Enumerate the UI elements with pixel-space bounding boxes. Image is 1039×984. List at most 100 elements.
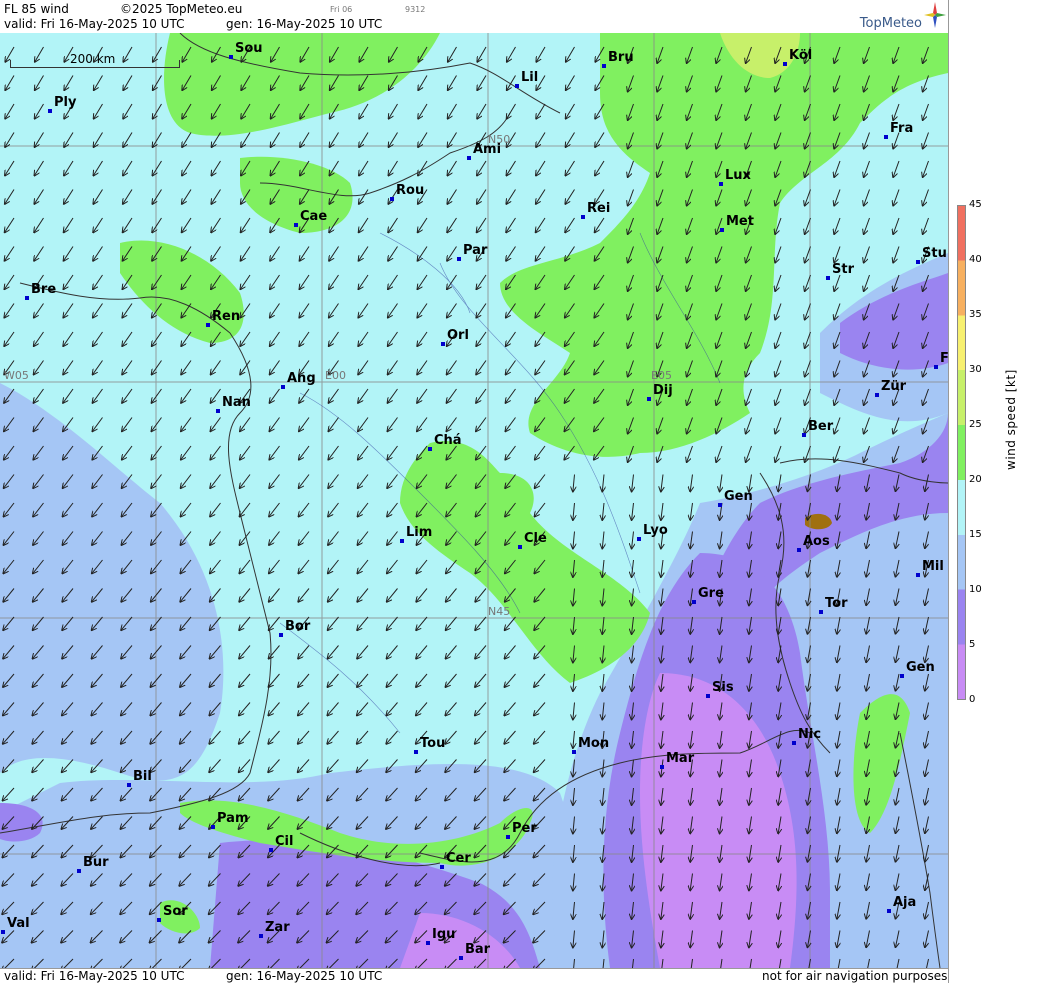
wind-arrow (298, 559, 310, 573)
city-gre[interactable]: Gre (692, 586, 724, 604)
city-par[interactable]: Par (457, 243, 487, 261)
wind-arrow (573, 531, 575, 549)
city-zar[interactable]: Zar (259, 920, 290, 938)
wind-arrow (506, 189, 516, 204)
wind-arrow (270, 417, 280, 432)
city-dij[interactable]: Dij (647, 383, 673, 401)
wind-arrow (328, 531, 339, 545)
wind-arrow (566, 132, 575, 148)
wind-arrow (34, 331, 44, 346)
wind-arrow (418, 103, 428, 119)
wind-arrow (359, 160, 369, 175)
wind-arrow (775, 246, 782, 263)
wind-arrow (535, 474, 546, 489)
city-igu[interactable]: Igu (426, 927, 455, 945)
wind-arrow (328, 645, 339, 659)
wind-arrow (418, 75, 428, 91)
city-kol[interactable]: Köl (783, 48, 812, 66)
city-nic[interactable]: Nic (792, 727, 821, 745)
city-tou[interactable]: Tou (414, 736, 445, 754)
wind-arrow (387, 531, 398, 545)
wind-arrow (298, 759, 310, 773)
city-ren[interactable]: Ren (206, 309, 240, 327)
wind-arrow (628, 189, 634, 206)
chart-footer: valid: Fri 16-May-2025 10 UTC gen: 16-Ma… (0, 968, 948, 984)
wind-arrow (595, 217, 605, 232)
city-sis[interactable]: Sis (706, 680, 734, 698)
wind-arrow (573, 702, 575, 720)
wind-arrow (299, 417, 310, 432)
topmeteo-logo[interactable]: TopMeteo (840, 2, 946, 31)
city-cer[interactable]: Cer (440, 851, 471, 869)
wind-arrow (504, 702, 516, 716)
city-gen-geneva[interactable]: Gen (718, 489, 753, 507)
city-ami[interactable]: Ami (467, 142, 501, 160)
wind-arrow (240, 331, 251, 346)
wind-arrow (269, 588, 280, 602)
wind-arrow (34, 246, 44, 261)
wind-arrow (34, 189, 44, 204)
city-ber[interactable]: Ber (802, 419, 833, 437)
city-lyo[interactable]: Lyo (637, 523, 668, 541)
wind-arrow (211, 388, 221, 403)
city-rou[interactable]: Rou (390, 183, 424, 201)
city-mar[interactable]: Mar (660, 751, 694, 769)
city-bru[interactable]: Bru (602, 50, 634, 68)
wind-arrow (475, 730, 487, 744)
city-str[interactable]: Str (826, 262, 854, 280)
city-aos[interactable]: Aos (797, 534, 830, 552)
wind-arrow (536, 160, 546, 175)
city-bre[interactable]: Bre (25, 282, 56, 300)
wind-arrow (475, 702, 487, 716)
city-sor[interactable]: Sor (157, 904, 188, 922)
wind-arrow (329, 274, 339, 289)
city-cil[interactable]: Cil (269, 834, 293, 852)
city-nan[interactable]: Nan (216, 395, 251, 413)
city-lux[interactable]: Lux (719, 168, 751, 186)
city-zur[interactable]: Zür (875, 379, 906, 397)
city-orl[interactable]: Orl (441, 328, 469, 346)
wind-arrow (505, 616, 516, 630)
wind-arrow (506, 360, 516, 375)
city-fra[interactable]: Fra (884, 121, 913, 139)
wind-arrow (300, 246, 310, 261)
city-bor[interactable]: Bor (279, 619, 310, 637)
city-tor[interactable]: Tor (819, 596, 847, 614)
wind-map[interactable]: N50 N45 W05 E00 E05 200 km Sou Ply Lil B… (0, 33, 948, 968)
city-cle[interactable]: Cle (518, 531, 547, 549)
city-cae[interactable]: Cae (294, 209, 327, 227)
city-mil[interactable]: Mil (916, 559, 944, 577)
wind-arrow (4, 303, 15, 318)
city-met[interactable]: Met (720, 214, 754, 232)
city-lim[interactable]: Lim (400, 525, 432, 543)
wind-arrow (357, 730, 369, 744)
wind-arrow (212, 160, 221, 175)
city-sou[interactable]: Sou (229, 41, 263, 59)
wind-arrow (210, 559, 221, 573)
city-rei[interactable]: Rei (581, 201, 610, 219)
city-bar[interactable]: Bar (459, 942, 490, 960)
city-cha[interactable]: Chá (428, 433, 462, 451)
city-bur[interactable]: Bur (77, 855, 109, 873)
wind-arrow (746, 388, 752, 405)
city-bil[interactable]: Bil (127, 769, 152, 787)
scale-bar-label: 200 km (70, 52, 116, 66)
legend-tick-15: 15 (969, 529, 982, 540)
wind-arrow (448, 46, 457, 62)
city-mon[interactable]: Mon (572, 736, 609, 754)
wind-arrow (535, 360, 546, 375)
city-per[interactable]: Per (506, 821, 537, 839)
wind-arrow (181, 388, 192, 403)
lat-label-n45: N45 (488, 605, 511, 618)
city-stu[interactable]: Stu (916, 246, 947, 264)
wind-arrow (152, 360, 162, 375)
city-ang[interactable]: Ang (281, 371, 316, 389)
city-lil[interactable]: Lil (515, 70, 538, 88)
city-pam[interactable]: Pam (211, 811, 249, 829)
city-aja[interactable]: Aja (887, 895, 916, 913)
city-f[interactable]: F (934, 351, 948, 369)
city-ply[interactable]: Ply (48, 95, 76, 113)
city-val[interactable]: Val (1, 916, 30, 934)
wind-arrow (417, 417, 428, 432)
city-gen-genoa[interactable]: Gen (900, 660, 935, 678)
